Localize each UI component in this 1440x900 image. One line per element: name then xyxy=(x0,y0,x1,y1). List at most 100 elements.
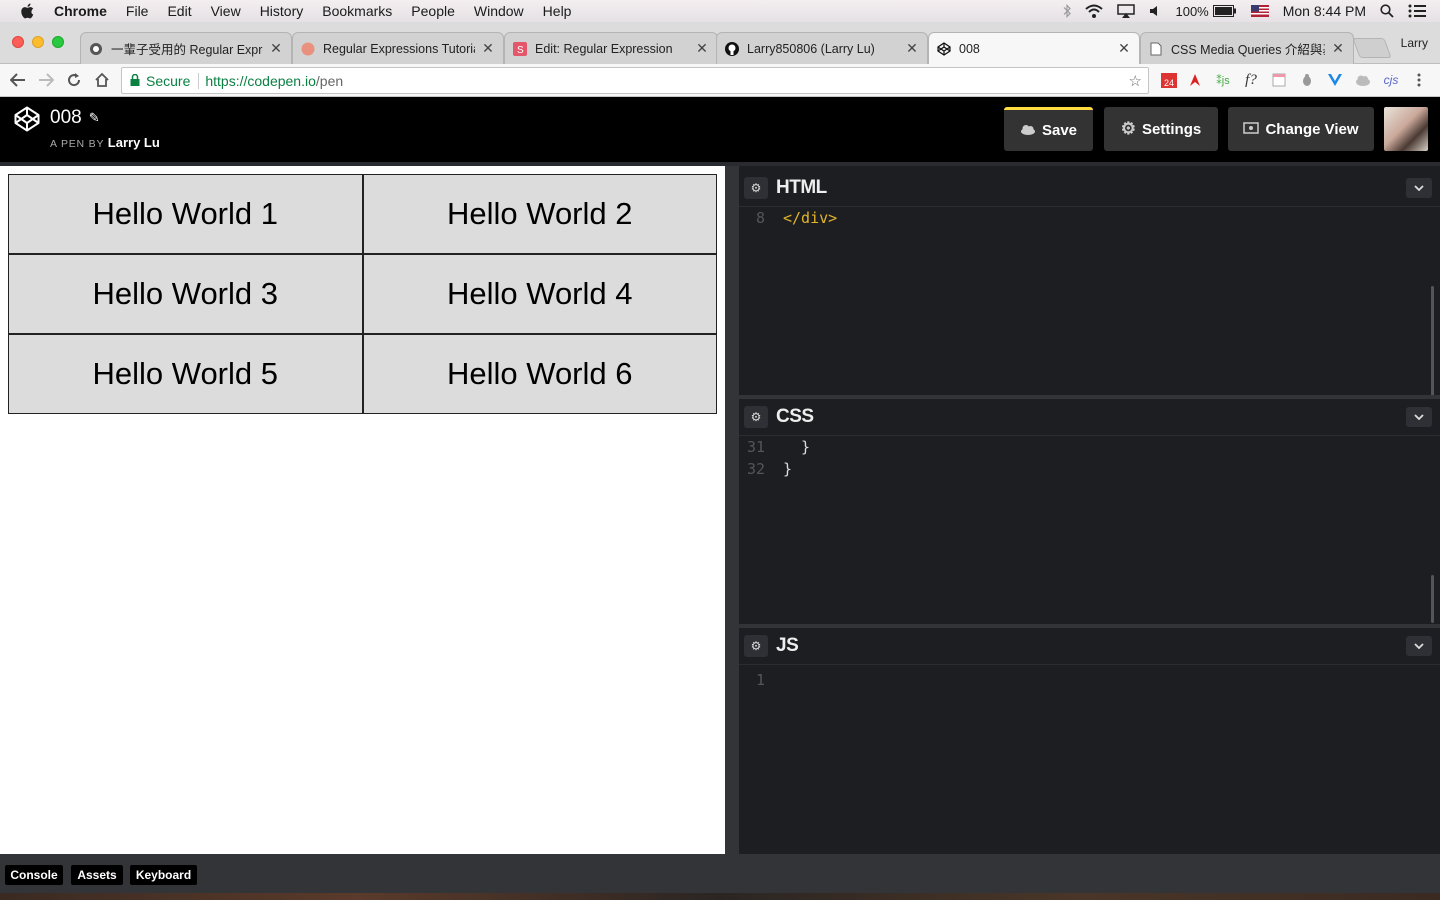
console-button[interactable]: Console xyxy=(5,865,63,885)
desktop-wallpaper-strip xyxy=(0,893,1440,900)
code-line[interactable]: 1 xyxy=(739,669,1440,691)
function-extension-icon[interactable]: f? xyxy=(1242,71,1260,89)
pen-author-line: A PEN BY Larry Lu xyxy=(50,135,160,150)
close-tab-icon[interactable]: ✕ xyxy=(1331,40,1345,57)
red-bird-extension-icon[interactable] xyxy=(1186,71,1204,89)
css-editor-title: CSS xyxy=(776,406,814,427)
input-source-flag-icon[interactable] xyxy=(1250,5,1269,17)
wifi-icon[interactable] xyxy=(1085,4,1104,18)
code-text[interactable]: } xyxy=(783,460,792,478)
css-editor-scrollbar[interactable] xyxy=(1431,575,1434,623)
profile-name[interactable]: Larry xyxy=(1401,36,1428,50)
html-editor-title: HTML xyxy=(776,177,827,198)
user-avatar[interactable] xyxy=(1384,107,1428,151)
codepen-favicon-icon xyxy=(937,41,951,56)
vue-extension-icon[interactable] xyxy=(1326,71,1344,89)
html-editor-scrollbar[interactable] xyxy=(1431,286,1434,396)
menu-history[interactable]: History xyxy=(260,3,304,19)
cloud-icon xyxy=(1020,122,1036,139)
bluetooth-icon[interactable] xyxy=(1063,4,1072,18)
css-settings-gear-icon[interactable]: ⚙ xyxy=(744,406,768,428)
css-collapse-chevron-icon[interactable] xyxy=(1406,407,1432,427)
battery-icon[interactable] xyxy=(1212,5,1237,17)
code-line[interactable]: 31 } xyxy=(739,436,1440,458)
line-number: 1 xyxy=(755,671,765,689)
clock[interactable]: Mon 8:44 PM xyxy=(1283,3,1366,19)
code-line[interactable]: 32 } xyxy=(739,458,1440,480)
tab-regex-tutorial[interactable]: Regular Expressions Tutoria ✕ xyxy=(292,32,504,64)
apple-icon[interactable] xyxy=(20,3,36,19)
tab-edit-regex[interactable]: S Edit: Regular Expression ✕ xyxy=(504,32,718,64)
home-icon[interactable] xyxy=(92,70,112,90)
chrome-menu-icon[interactable] xyxy=(1410,71,1428,89)
address-bar[interactable]: Secure https://codepen.io /pen ☆ xyxy=(121,67,1149,94)
zoom-window-button[interactable] xyxy=(52,36,64,48)
close-tab-icon[interactable]: ✕ xyxy=(695,40,709,57)
minimize-window-button[interactable] xyxy=(32,36,44,48)
menu-bookmarks[interactable]: Bookmarks xyxy=(322,3,392,19)
code-text[interactable]: } xyxy=(783,438,810,456)
close-tab-icon[interactable]: ✕ xyxy=(269,40,283,57)
tab-css-media-queries[interactable]: CSS Media Queries 介紹與基 ✕ xyxy=(1140,32,1354,64)
code-text[interactable]: </div> xyxy=(783,209,837,227)
cjs-extension-icon[interactable]: cjs xyxy=(1382,71,1400,89)
js-collapse-chevron-icon[interactable] xyxy=(1406,636,1432,656)
browser-tab-strip: 一輩子受用的 Regular Expre ✕ Regular Expressio… xyxy=(0,22,1440,64)
bug-extension-icon[interactable] xyxy=(1298,71,1316,89)
medium-favicon-icon xyxy=(89,42,103,56)
tab-label: Larry850806 (Larry Lu) xyxy=(747,41,875,56)
hello-world-grid: Hello World 1 Hello World 2 Hello World … xyxy=(8,174,717,414)
pen-title[interactable]: 008 ✎ xyxy=(50,107,100,129)
tab-github-profile[interactable]: Larry850806 (Larry Lu) ✕ xyxy=(716,32,928,64)
menu-file[interactable]: File xyxy=(126,3,149,19)
menu-chrome[interactable]: Chrome xyxy=(54,3,107,19)
close-tab-icon[interactable]: ✕ xyxy=(1117,40,1131,57)
window-extension-icon[interactable] xyxy=(1270,71,1288,89)
new-tab-button[interactable] xyxy=(1352,38,1392,58)
keyboard-button[interactable]: Keyboard xyxy=(130,865,197,885)
spotlight-search-icon[interactable] xyxy=(1380,4,1394,18)
cloud-extension-icon[interactable] xyxy=(1354,71,1372,89)
html-collapse-chevron-icon[interactable] xyxy=(1406,178,1432,198)
codepen-logo-icon[interactable] xyxy=(14,106,40,137)
code-line[interactable]: 8 </div> xyxy=(739,207,1440,229)
volume-icon[interactable] xyxy=(1149,5,1161,17)
menu-help[interactable]: Help xyxy=(543,3,572,19)
close-tab-icon[interactable]: ✕ xyxy=(905,40,919,57)
menu-view[interactable]: View xyxy=(211,3,241,19)
js-editor-header: ⚙ JS xyxy=(739,628,1440,665)
tab-codepen-008[interactable]: 008 ✕ xyxy=(928,32,1140,64)
calendar-extension-icon[interactable]: 24 xyxy=(1160,71,1178,89)
menu-edit[interactable]: Edit xyxy=(167,3,191,19)
edit-pencil-icon[interactable]: ✎ xyxy=(89,110,100,126)
battery-percent: 100% xyxy=(1175,3,1209,19)
close-window-button[interactable] xyxy=(12,36,24,48)
menu-people[interactable]: People xyxy=(411,3,455,19)
js-editor-title: JS xyxy=(776,635,799,656)
forward-arrow-icon[interactable] xyxy=(36,70,56,90)
menu-window[interactable]: Window xyxy=(474,3,524,19)
notification-center-icon[interactable] xyxy=(1408,4,1426,18)
change-view-button[interactable]: Change View xyxy=(1228,107,1374,151)
secure-label: Secure xyxy=(146,72,191,89)
tab-label: Regular Expressions Tutoria xyxy=(323,41,475,56)
reload-icon[interactable] xyxy=(64,70,84,90)
airplay-icon[interactable] xyxy=(1117,4,1136,18)
browser-toolbar: Secure https://codepen.io /pen ☆ 24 ⁑js … xyxy=(0,64,1440,97)
lock-icon[interactable] xyxy=(130,73,140,89)
bookmark-star-icon[interactable]: ☆ xyxy=(1129,72,1142,90)
tab-label: 一輩子受用的 Regular Expre xyxy=(111,43,263,57)
tab-regex-article[interactable]: 一輩子受用的 Regular Expre ✕ xyxy=(80,32,292,64)
assets-button[interactable]: Assets xyxy=(71,865,123,885)
js-extension-icon[interactable]: ⁑js xyxy=(1214,71,1232,89)
html-settings-gear-icon[interactable]: ⚙ xyxy=(744,177,768,199)
pen-title-text[interactable]: 008 xyxy=(50,107,82,129)
slides-favicon-icon: S xyxy=(513,41,527,56)
settings-button[interactable]: ⚙ Settings xyxy=(1104,107,1218,151)
close-tab-icon[interactable]: ✕ xyxy=(481,40,495,57)
author-name[interactable]: Larry Lu xyxy=(108,135,160,150)
pane-resize-handle[interactable] xyxy=(725,166,739,854)
save-button[interactable]: Save xyxy=(1004,107,1093,151)
js-settings-gear-icon[interactable]: ⚙ xyxy=(744,635,768,657)
back-arrow-icon[interactable] xyxy=(8,70,28,90)
